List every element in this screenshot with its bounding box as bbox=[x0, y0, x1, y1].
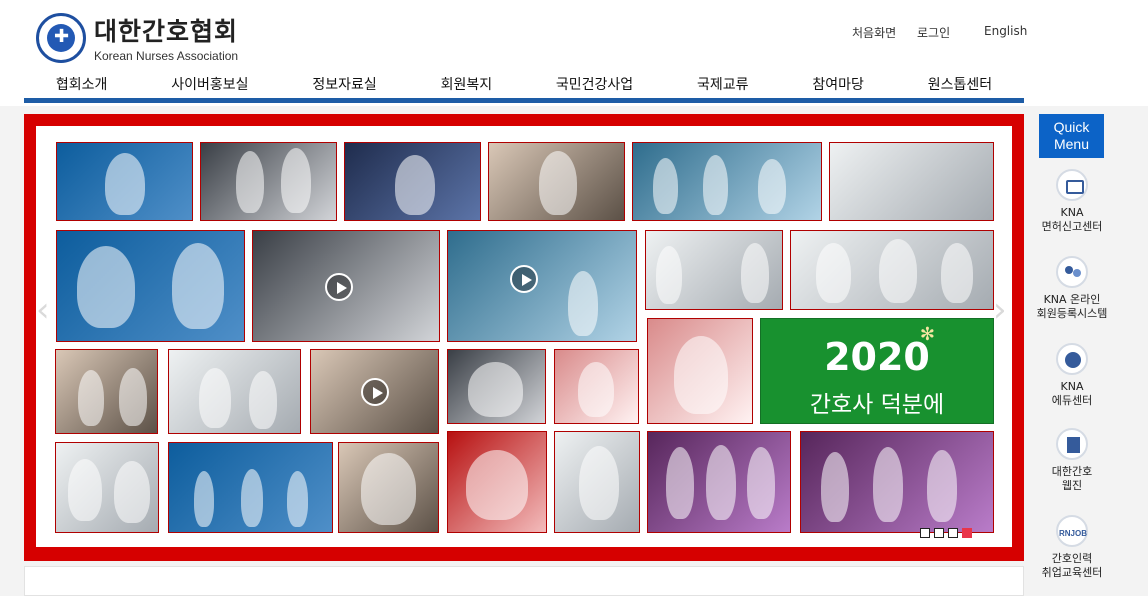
quick-webzine-line1: 대한간호 bbox=[1051, 465, 1093, 478]
screening-center-photo[interactable] bbox=[168, 349, 301, 434]
logo-korean-name: 대한간호협회 bbox=[94, 17, 239, 46]
nurse-mask-portrait[interactable] bbox=[647, 318, 753, 424]
campaign-group-photo[interactable] bbox=[632, 142, 822, 221]
logo-text: 대한간호협회 Korean Nurses Association bbox=[94, 12, 238, 63]
pope-photo[interactable] bbox=[488, 142, 625, 221]
quick-license-line2: 면허신고센터 bbox=[1041, 220, 1103, 233]
historical-nurses-video[interactable] bbox=[310, 349, 439, 434]
quick-employment-line1: 간호인력 bbox=[1051, 552, 1093, 565]
play-icon[interactable] bbox=[361, 378, 389, 406]
quick-menu-title: Quick Menu bbox=[1039, 114, 1104, 158]
webzine-news-icon bbox=[1056, 428, 1088, 460]
logo-english-name: Korean Nurses Association bbox=[94, 49, 239, 63]
president-speech-photo[interactable] bbox=[344, 142, 481, 221]
nav-item-member-welfare[interactable]: 회원복지 bbox=[441, 74, 493, 98]
kna-seal-icon bbox=[36, 12, 86, 63]
education-globe-icon bbox=[1056, 343, 1088, 375]
banner-year: 2020 bbox=[824, 335, 930, 379]
quick-edu-center[interactable]: KNA 에듀센터 bbox=[1034, 343, 1110, 408]
thanks-to-nurses-banner[interactable]: ✻ 2020 간호사 덕분에 bbox=[760, 318, 994, 424]
quick-member-line2: 회원등록시스템 bbox=[1036, 307, 1108, 320]
next-arrow-icon[interactable]: › bbox=[993, 290, 1007, 330]
quick-license-center[interactable]: KNA 면허신고센터 bbox=[1034, 169, 1110, 234]
message-board-photo[interactable] bbox=[829, 142, 994, 221]
nurses-in-ppe-photo[interactable] bbox=[790, 230, 994, 310]
member-registration-icon bbox=[1056, 256, 1088, 288]
slide-indicators bbox=[920, 528, 972, 538]
nav-item-information[interactable]: 정보자료실 bbox=[312, 74, 376, 98]
play-icon[interactable] bbox=[325, 273, 353, 301]
main-navigation: 협회소개 사이버홍보실 정보자료실 회원복지 국민건강사업 국제교류 참여마당 … bbox=[24, 74, 1024, 98]
protective-gear-photo[interactable] bbox=[200, 142, 337, 221]
screening-clinic-team-photo[interactable] bbox=[168, 442, 333, 533]
donation-event-photo[interactable] bbox=[645, 230, 783, 310]
nav-item-about[interactable]: 협회소개 bbox=[56, 74, 108, 98]
slide-dot-4-active[interactable] bbox=[962, 528, 972, 538]
home-link[interactable]: 처음화면 bbox=[852, 24, 896, 41]
nurse-hazmat-closeup[interactable] bbox=[447, 431, 547, 533]
quick-webzine[interactable]: 대한간호 웹진 bbox=[1034, 428, 1110, 493]
nav-item-participation[interactable]: 참여마당 bbox=[812, 74, 864, 98]
header: 대한간호협회 Korean Nurses Association 처음화면 로그… bbox=[0, 0, 1148, 106]
nav-item-cyber-pr[interactable]: 사이버홍보실 bbox=[171, 74, 248, 98]
quick-edu-line1: KNA bbox=[1060, 380, 1084, 393]
tired-nurse-photo[interactable] bbox=[447, 349, 546, 424]
video-news-protective-gear[interactable] bbox=[252, 230, 440, 342]
quick-license-line1: KNA bbox=[1060, 206, 1084, 219]
slide-dot-1[interactable] bbox=[920, 528, 930, 538]
smiling-nurse-photo[interactable] bbox=[338, 442, 439, 533]
kna-logo[interactable]: 대한간호협회 Korean Nurses Association bbox=[36, 12, 238, 63]
quick-employment-education[interactable]: 간호인력 취업교육센터 bbox=[1034, 515, 1110, 580]
previous-arrow-icon[interactable]: ‹ bbox=[36, 290, 50, 330]
navigation-underline bbox=[24, 98, 1024, 103]
quick-menu-title-line2: Menu bbox=[1053, 136, 1090, 152]
nurse-team-cheering-photo[interactable] bbox=[800, 431, 994, 533]
snowflake-icon: ✻ bbox=[919, 324, 935, 345]
slide-dot-2[interactable] bbox=[934, 528, 944, 538]
nav-item-public-health[interactable]: 국민건강사업 bbox=[556, 74, 633, 98]
page: 대한간호협회 Korean Nurses Association 처음화면 로그… bbox=[0, 0, 1148, 596]
who-press-photo[interactable] bbox=[56, 142, 193, 221]
nav-item-international[interactable]: 국제교류 bbox=[697, 74, 749, 98]
rnjob-icon bbox=[1056, 515, 1088, 547]
masked-nurse-photo[interactable] bbox=[554, 349, 639, 424]
senior-nurses-photo[interactable] bbox=[55, 442, 159, 533]
nurses-in-purple-ppe-photo[interactable] bbox=[647, 431, 791, 533]
quick-webzine-line2: 웹진 bbox=[1061, 479, 1083, 492]
quick-member-line1: KNA 온라인 bbox=[1043, 293, 1101, 306]
video-newsroom[interactable] bbox=[447, 230, 637, 342]
login-link[interactable]: 로그인 bbox=[917, 24, 950, 41]
quick-member-registration[interactable]: KNA 온라인 회원등록시스템 bbox=[1034, 256, 1110, 321]
play-icon[interactable] bbox=[510, 265, 538, 293]
license-card-icon bbox=[1056, 169, 1088, 201]
military-nurse-photo[interactable] bbox=[554, 431, 640, 533]
slide-dot-3[interactable] bbox=[948, 528, 958, 538]
quick-employment-line2: 취업교육센터 bbox=[1041, 566, 1103, 579]
english-link[interactable]: English bbox=[984, 24, 1027, 38]
content-box bbox=[24, 566, 1024, 596]
nav-item-one-stop[interactable]: 원스톱센터 bbox=[928, 74, 992, 98]
quick-edu-line2: 에듀센터 bbox=[1051, 394, 1093, 407]
award-ceremony-photo[interactable] bbox=[55, 349, 158, 434]
tv-interview-photo[interactable] bbox=[56, 230, 245, 342]
quick-menu-title-line1: Quick bbox=[1053, 119, 1090, 135]
banner-message: 간호사 덕분에 bbox=[809, 392, 945, 418]
